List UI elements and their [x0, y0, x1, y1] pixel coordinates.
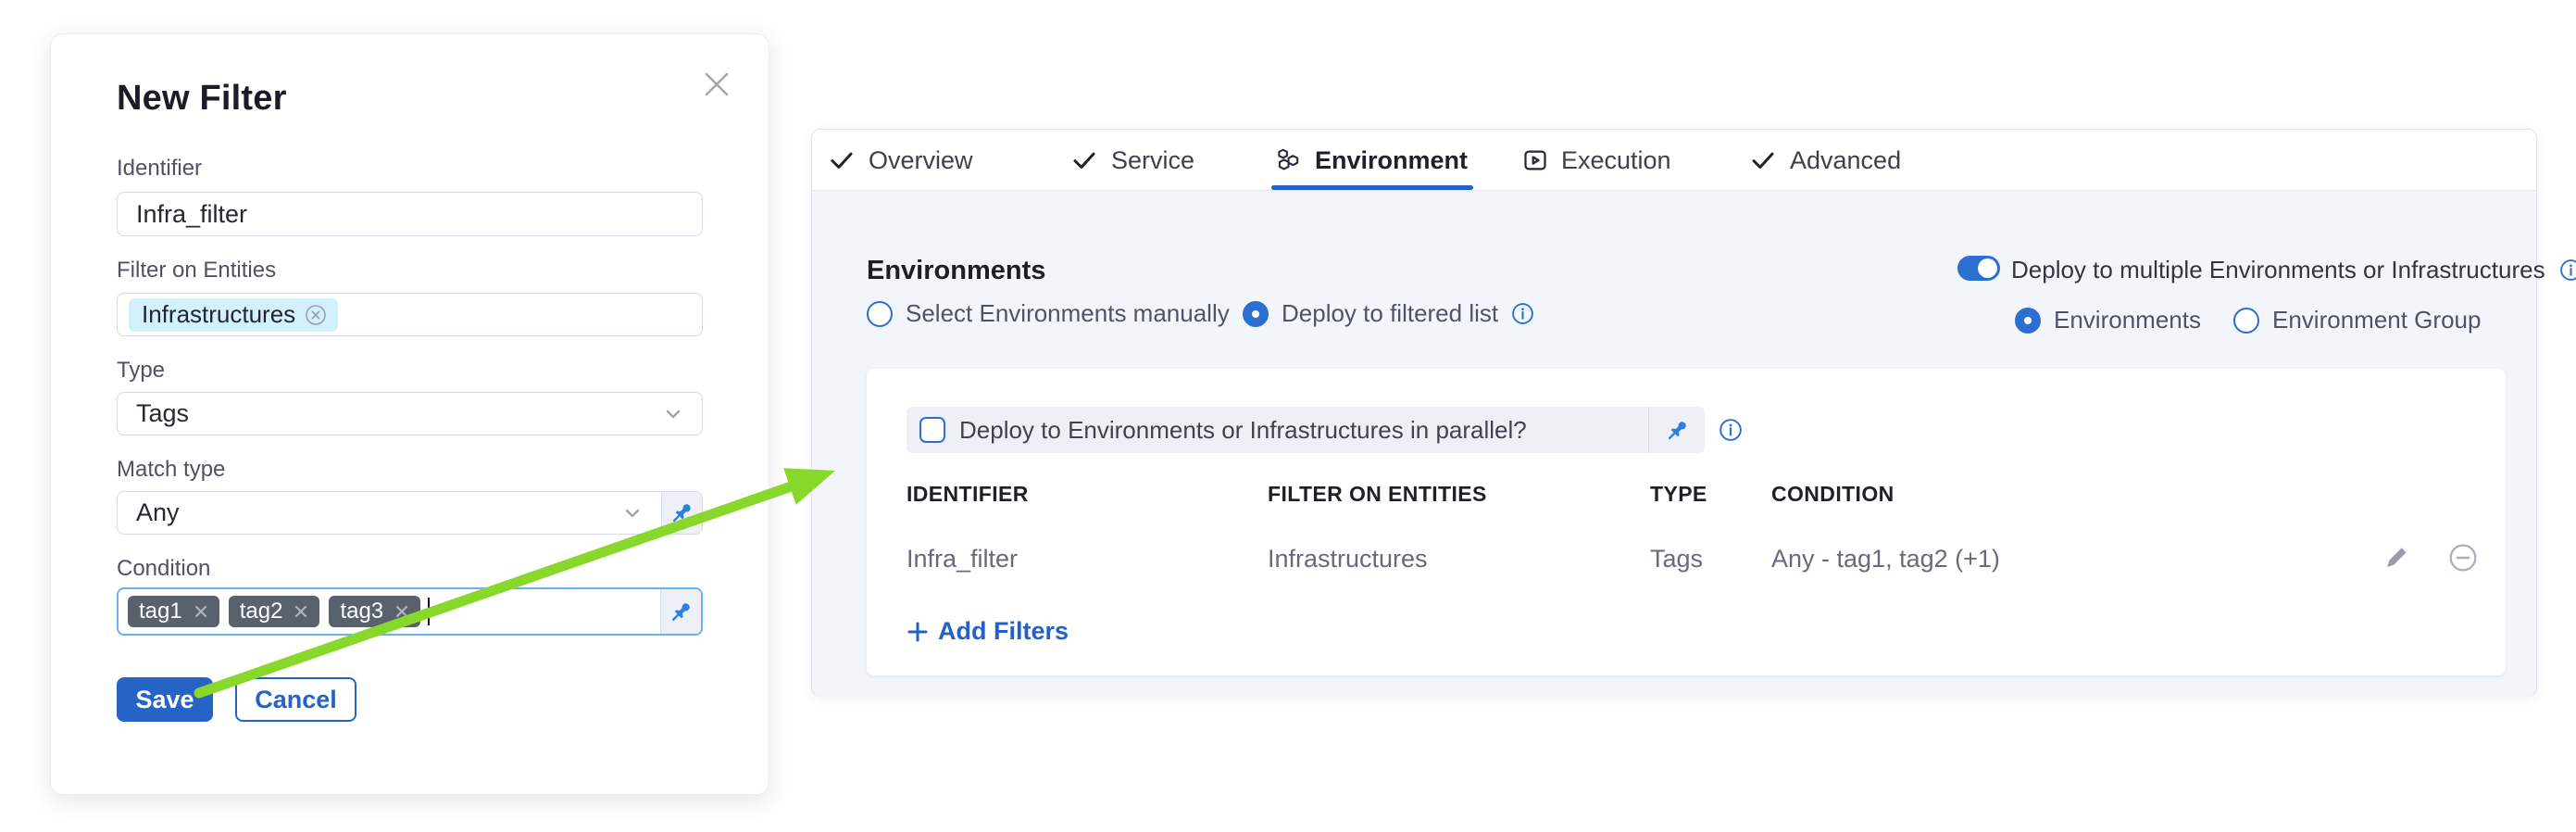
chevron-down-icon: [661, 402, 685, 426]
radio-icon[interactable]: [2015, 308, 2041, 334]
screen: New Filter Identifier Filter on Entities…: [0, 0, 2576, 832]
pin-icon: [669, 500, 694, 525]
execution-icon: [1522, 147, 1548, 173]
entities-field[interactable]: Infrastructures: [117, 293, 703, 336]
add-filters-label: Add Filters: [938, 617, 1069, 646]
condition-chip: tag1: [128, 596, 219, 627]
check-icon: [828, 146, 856, 174]
radio-environment-group[interactable]: Environment Group: [2233, 306, 2481, 334]
condition-chip: tag3: [329, 596, 420, 627]
filters-card: Deploy to Environments or Infrastructure…: [867, 369, 2506, 675]
environment-tab-content: Environments Select Environments manuall…: [812, 191, 2536, 697]
new-filter-modal: New Filter Identifier Filter on Entities…: [50, 33, 769, 795]
row-identifier: Infra_filter: [907, 545, 1018, 574]
pipeline-stage-panel: Overview Service Environment Ex: [811, 129, 2537, 697]
chip-remove-icon[interactable]: [394, 604, 409, 619]
remove-filter-icon[interactable]: [2448, 543, 2478, 577]
condition-chip-label: tag3: [340, 599, 383, 624]
plus-icon: [907, 621, 929, 643]
pin-button[interactable]: [1649, 407, 1705, 453]
condition-label: Condition: [117, 556, 210, 582]
text-cursor: [428, 598, 430, 625]
condition-chip: tag2: [229, 596, 320, 627]
pin-icon: [1665, 418, 1690, 443]
tab-service[interactable]: Service: [1070, 130, 1194, 191]
pencil-icon: [2383, 543, 2411, 571]
check-icon: [1070, 146, 1098, 174]
environments-heading: Environments: [867, 256, 1045, 286]
add-filters-button[interactable]: Add Filters: [907, 617, 1069, 646]
type-label: Type: [117, 358, 165, 384]
col-header-condition: CONDITION: [1771, 482, 1894, 507]
chip-remove-icon[interactable]: [294, 604, 308, 619]
parallel-label: Deploy to Environments or Infrastructure…: [959, 416, 1648, 445]
condition-chip-label: tag1: [139, 599, 182, 624]
parallel-option-bar: Deploy to Environments or Infrastructure…: [907, 407, 1705, 453]
info-icon[interactable]: [1719, 418, 1743, 447]
parallel-checkbox[interactable]: [919, 417, 945, 443]
tab-advanced[interactable]: Advanced: [1749, 130, 1901, 191]
row-condition: Any - tag1, tag2 (+1): [1771, 545, 2000, 574]
entities-label: Filter on Entities: [117, 258, 276, 284]
row-entities: Infrastructures: [1268, 545, 1428, 574]
col-header-entities: FILTER ON ENTITIES: [1268, 482, 1487, 507]
toggle-label-text: Deploy to multiple Environments or Infra…: [2011, 256, 2545, 284]
pin-icon: [669, 599, 694, 624]
save-button[interactable]: Save: [117, 677, 213, 722]
stage-tabbar: Overview Service Environment Ex: [812, 130, 2536, 191]
radio-label: Environment Group: [2272, 306, 2481, 334]
type-value: Tags: [118, 399, 661, 428]
condition-chip-label: tag2: [240, 599, 283, 624]
multi-env-toggle-label: Deploy to multiple Environments or Infra…: [2011, 256, 2576, 284]
tab-label: Environment: [1315, 146, 1468, 175]
tab-label: Execution: [1561, 146, 1671, 175]
close-icon[interactable]: [700, 68, 733, 101]
info-icon[interactable]: [2559, 258, 2576, 282]
radio-label: Select Environments manually: [906, 299, 1230, 328]
radio-label: Environments: [2054, 306, 2201, 334]
pin-button[interactable]: [660, 589, 701, 634]
minus-circle-icon: [2448, 543, 2478, 573]
match-type-value: Any: [118, 498, 620, 527]
col-header-type: TYPE: [1650, 482, 1707, 507]
radio-icon[interactable]: [867, 301, 893, 327]
match-type-label: Match type: [117, 457, 225, 483]
tab-execution[interactable]: Execution: [1522, 130, 1671, 191]
tab-label: Service: [1111, 146, 1194, 175]
radio-label: Deploy to filtered list: [1282, 299, 1498, 328]
check-icon: [1749, 146, 1777, 174]
chevron-down-icon: [620, 501, 644, 525]
tab-environment[interactable]: Environment: [1274, 130, 1468, 191]
modal-title: New Filter: [117, 79, 287, 119]
col-header-identifier: IDENTIFIER: [907, 482, 1029, 507]
tab-label: Overview: [869, 146, 973, 175]
condition-field[interactable]: tag1 tag2 tag3: [117, 587, 703, 636]
radio-icon[interactable]: [2233, 308, 2259, 334]
radio-select-manually[interactable]: Select Environments manually: [867, 299, 1230, 328]
tab-label: Advanced: [1790, 146, 1901, 175]
pin-button[interactable]: [661, 492, 702, 534]
environment-icon: [1274, 146, 1302, 174]
cancel-button[interactable]: Cancel: [235, 677, 356, 722]
edit-filter-icon[interactable]: [2383, 543, 2411, 575]
identifier-label: Identifier: [117, 156, 202, 182]
info-icon[interactable]: [1511, 302, 1534, 325]
radio-deploy-filtered[interactable]: Deploy to filtered list: [1243, 299, 1534, 328]
tab-overview[interactable]: Overview: [828, 130, 973, 191]
active-tab-underline: [1271, 185, 1473, 190]
multi-env-toggle[interactable]: [1957, 256, 2000, 281]
row-type: Tags: [1650, 545, 1703, 574]
chip-remove-icon[interactable]: [194, 604, 208, 619]
chip-remove-icon[interactable]: [305, 304, 327, 326]
identifier-input[interactable]: [118, 193, 702, 235]
radio-icon[interactable]: [1243, 301, 1269, 327]
radio-environments[interactable]: Environments: [2015, 306, 2201, 334]
entities-chip-label: Infrastructures: [142, 300, 295, 329]
match-type-select[interactable]: Any: [117, 491, 703, 535]
type-select[interactable]: Tags: [117, 392, 703, 435]
identifier-field[interactable]: [117, 192, 703, 236]
entities-chip: Infrastructures: [129, 298, 338, 332]
